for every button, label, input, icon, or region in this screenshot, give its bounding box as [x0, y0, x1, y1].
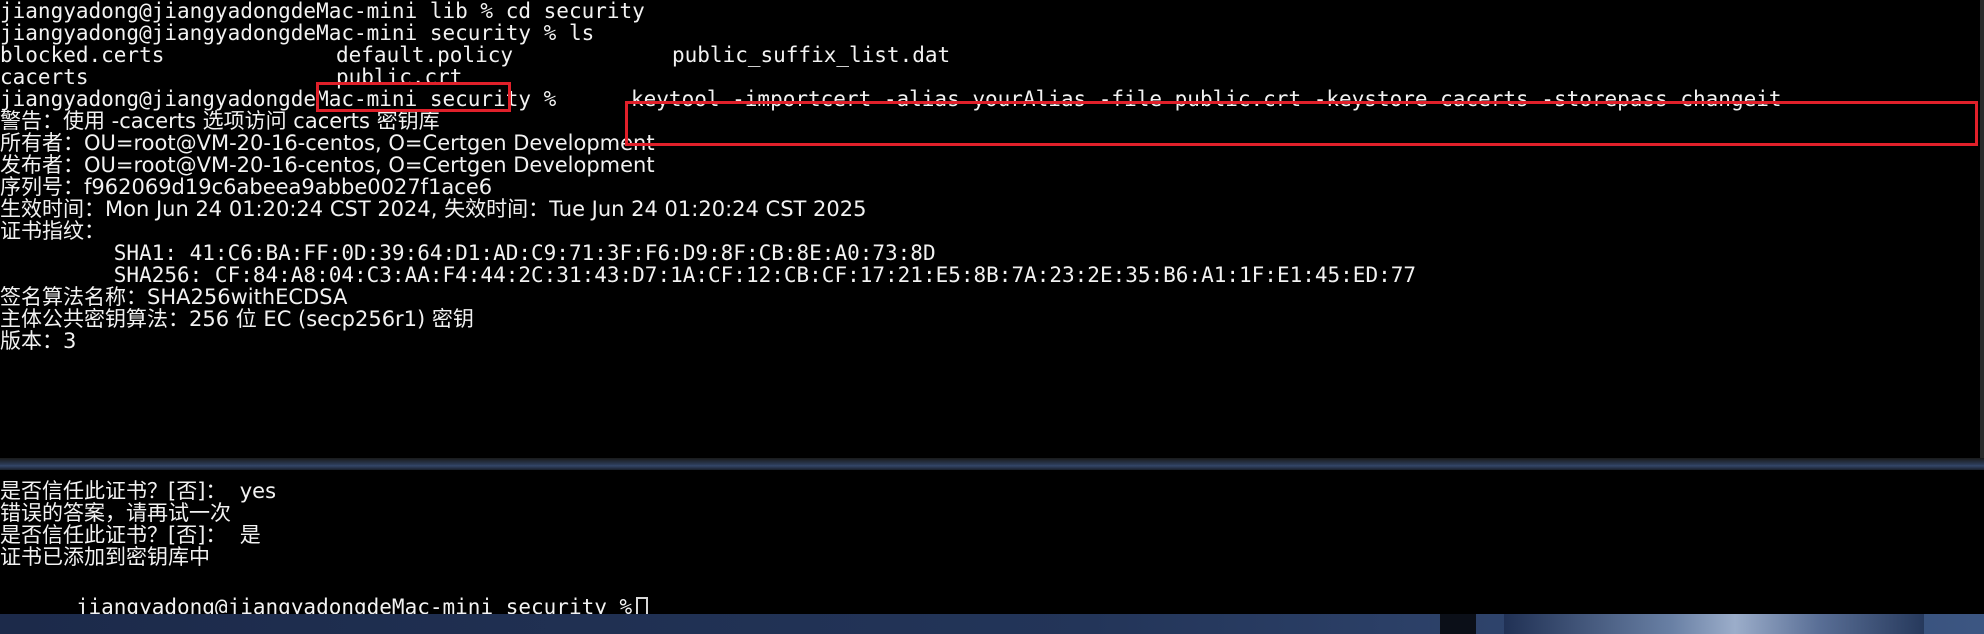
desktop-wallpaper-strip: [0, 614, 1984, 634]
terminal-scrollback-pane[interactable]: jiangyadong@jiangyadongdeMac-mini lib % …: [0, 0, 1984, 462]
terminal-window[interactable]: jiangyadong@jiangyadongdeMac-mini lib % …: [0, 0, 1984, 634]
keytool-command: keytool -importcert -alias yourAlias -fi…: [631, 87, 1782, 111]
wallpaper-wave: [1504, 614, 1924, 634]
terminal-final-prompt-line[interactable]: jiangyadong@jiangyadongdeMac-mini securi…: [0, 565, 649, 616]
scrollbar-track[interactable]: [1980, 0, 1984, 462]
terminal-active-pane[interactable]: 是否信任此证书？[否]： yes 错误的答案，请再试一次 是否信任此证书？[否]…: [0, 470, 1984, 616]
cert-validity: 生效时间：Mon Jun 24 01:20:24 CST 2024, 失效时间：…: [0, 197, 867, 221]
final-shell-prompt: jiangyadong@jiangyadongdeMac-mini securi…: [75, 595, 633, 616]
desktop-gap: [1440, 614, 1476, 634]
cert-version: 版本：3: [0, 329, 77, 353]
